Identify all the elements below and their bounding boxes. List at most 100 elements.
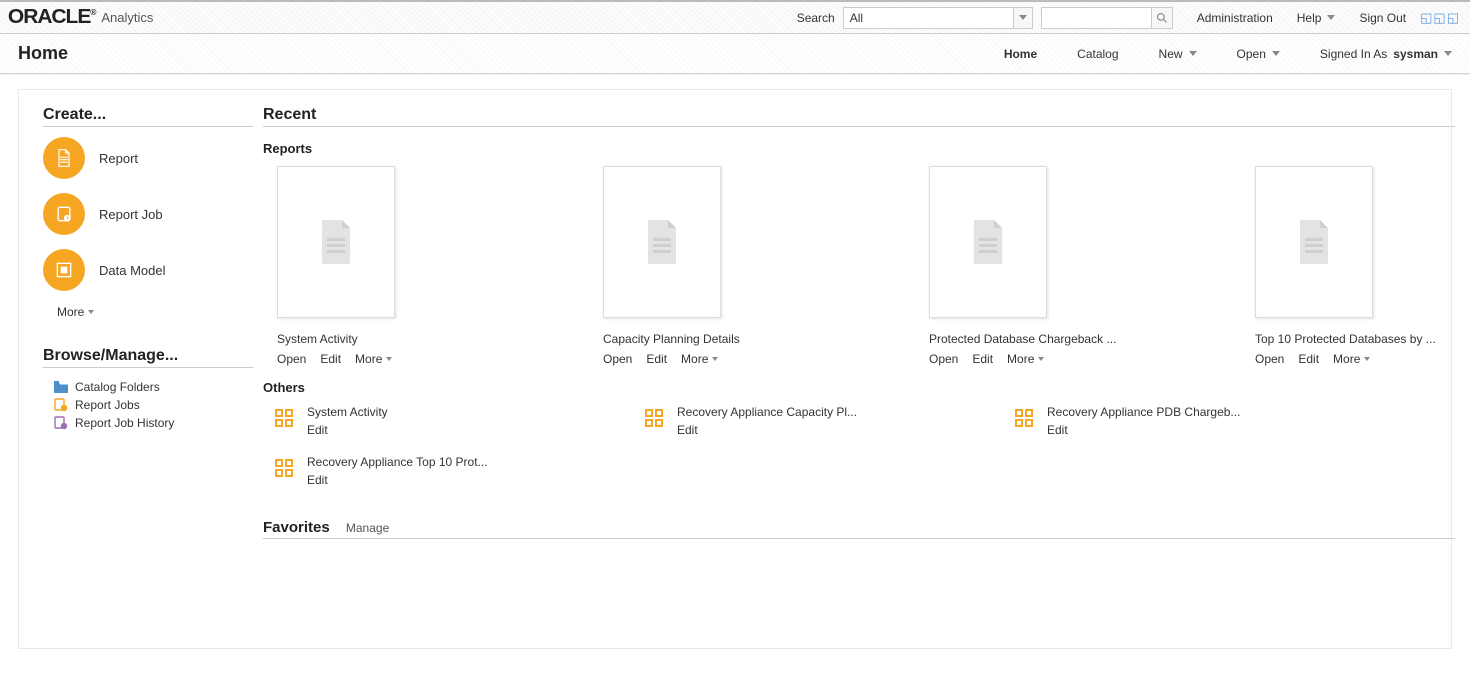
report-open-link[interactable]: Open: [929, 352, 958, 366]
search-button[interactable]: [1151, 7, 1173, 29]
other-edit-link[interactable]: Edit: [307, 473, 488, 487]
data-model-icon: [271, 455, 297, 481]
report-thumbnail[interactable]: [1255, 166, 1373, 318]
nav-new-menu[interactable]: New: [1159, 47, 1197, 61]
data-model-icon: [1011, 405, 1037, 431]
create-data-model[interactable]: Data Model: [43, 249, 253, 291]
create-more-link[interactable]: More: [57, 305, 253, 319]
administration-link[interactable]: Administration: [1197, 11, 1273, 25]
report-edit-link[interactable]: Edit: [1298, 352, 1319, 366]
report-card: Capacity Planning Details Open Edit More: [603, 166, 803, 366]
other-item: Recovery Appliance Capacity Pl... Edit: [641, 405, 1011, 437]
create-report-job[interactable]: Report Job: [43, 193, 253, 235]
report-card: Top 10 Protected Databases by ... Open E…: [1255, 166, 1455, 366]
create-data-model-label: Data Model: [99, 263, 165, 278]
report-card: Protected Database Chargeback ... Open E…: [929, 166, 1129, 366]
others-grid: System Activity Edit Recovery Appliance …: [271, 405, 1455, 505]
nav-open-menu[interactable]: Open: [1237, 47, 1280, 61]
other-item: Recovery Appliance PDB Chargeb... Edit: [1011, 405, 1381, 437]
report-card: System Activity Open Edit More: [277, 166, 477, 366]
other-title[interactable]: System Activity: [307, 405, 388, 419]
user-menu[interactable]: sysman: [1393, 47, 1452, 61]
search-scope-select[interactable]: All: [843, 7, 1013, 29]
report-open-link[interactable]: Open: [1255, 352, 1284, 366]
report-edit-link[interactable]: Edit: [320, 352, 341, 366]
search-input[interactable]: [1041, 7, 1151, 29]
report-open-link[interactable]: Open: [277, 352, 306, 366]
manage-catalog-folders-label: Catalog Folders: [75, 380, 160, 394]
create-heading: Create...: [43, 106, 253, 127]
help-menu[interactable]: Help: [1297, 11, 1336, 25]
recent-heading: Recent: [263, 106, 1455, 127]
chevron-down-icon: [386, 357, 392, 361]
report-thumbnail[interactable]: [929, 166, 1047, 318]
search-label: Search: [797, 11, 835, 25]
report-more-menu[interactable]: More: [1333, 352, 1370, 366]
report-job-icon: [43, 193, 85, 235]
report-thumbnail[interactable]: [603, 166, 721, 318]
chevron-down-icon: [1189, 51, 1197, 56]
chevron-down-icon: [1038, 357, 1044, 361]
page-title: Home: [18, 43, 68, 64]
other-edit-link[interactable]: Edit: [1047, 423, 1240, 437]
report-title: Capacity Planning Details: [603, 332, 803, 346]
manage-report-job-history-label: Report Job History: [75, 416, 174, 430]
manage-catalog-folders[interactable]: Catalog Folders: [43, 378, 253, 396]
data-model-icon: [271, 405, 297, 431]
nav-catalog[interactable]: Catalog: [1077, 47, 1118, 61]
chevron-down-icon: [1444, 51, 1452, 56]
create-report[interactable]: Report: [43, 137, 253, 179]
side-column: Create... Report Report Job: [43, 106, 253, 632]
nav-bar: Home Home Catalog New Open Signed In As …: [0, 34, 1470, 74]
app-name: Analytics: [101, 10, 153, 25]
report-edit-link[interactable]: Edit: [646, 352, 667, 366]
manage-report-jobs[interactable]: Report Jobs: [43, 396, 253, 414]
others-subheading: Others: [263, 380, 1455, 395]
other-item: Recovery Appliance Top 10 Prot... Edit: [271, 455, 641, 487]
search-scope-dropdown-button[interactable]: [1013, 7, 1033, 29]
report-edit-link[interactable]: Edit: [972, 352, 993, 366]
chevron-down-icon: [88, 310, 94, 314]
document-icon: [318, 220, 354, 264]
manage-list: Catalog Folders Report Jobs Report Job H…: [43, 378, 253, 432]
folder-icon: [53, 380, 69, 394]
chevron-down-icon: [1019, 15, 1027, 20]
other-title[interactable]: Recovery Appliance Capacity Pl...: [677, 405, 857, 419]
report-open-link[interactable]: Open: [603, 352, 632, 366]
sign-out-link[interactable]: Sign Out: [1359, 11, 1406, 25]
search-scope-value: All: [850, 11, 863, 25]
document-icon: [644, 220, 680, 264]
oracle-logo: ORACLE®: [8, 6, 96, 29]
other-title[interactable]: Recovery Appliance Top 10 Prot...: [307, 455, 488, 469]
chevron-down-icon: [1364, 357, 1370, 361]
report-title: Protected Database Chargeback ...: [929, 332, 1129, 346]
other-item: System Activity Edit: [271, 405, 641, 437]
favorites-manage-link[interactable]: Manage: [346, 521, 389, 535]
search-icon: [1156, 12, 1168, 24]
jobs-icon: [53, 398, 69, 412]
nav-home[interactable]: Home: [1004, 47, 1037, 61]
chevron-down-icon: [1327, 15, 1335, 20]
chevron-down-icon: [1272, 51, 1280, 56]
other-edit-link[interactable]: Edit: [677, 423, 857, 437]
data-model-icon: [641, 405, 667, 431]
accessibility-icon[interactable]: ◱◱◱: [1420, 10, 1460, 26]
report-more-menu[interactable]: More: [1007, 352, 1044, 366]
manage-report-job-history[interactable]: Report Job History: [43, 414, 253, 432]
top-bar: ORACLE® Analytics Search All Administrat…: [0, 0, 1470, 34]
report-more-menu[interactable]: More: [681, 352, 718, 366]
manage-heading: Browse/Manage...: [43, 347, 253, 368]
report-title: System Activity: [277, 332, 477, 346]
create-report-label: Report: [99, 151, 138, 166]
other-edit-link[interactable]: Edit: [307, 423, 388, 437]
content-wrap: Create... Report Report Job: [18, 89, 1452, 649]
main-area: Create... Report Report Job: [0, 74, 1470, 689]
reports-subheading: Reports: [263, 141, 1455, 156]
body-column: Recent Reports System Activity Open Edit…: [253, 106, 1455, 632]
chevron-down-icon: [712, 357, 718, 361]
report-thumbnail[interactable]: [277, 166, 395, 318]
create-report-job-label: Report Job: [99, 207, 163, 222]
other-title[interactable]: Recovery Appliance PDB Chargeb...: [1047, 405, 1240, 419]
report-more-menu[interactable]: More: [355, 352, 392, 366]
report-title: Top 10 Protected Databases by ...: [1255, 332, 1455, 346]
